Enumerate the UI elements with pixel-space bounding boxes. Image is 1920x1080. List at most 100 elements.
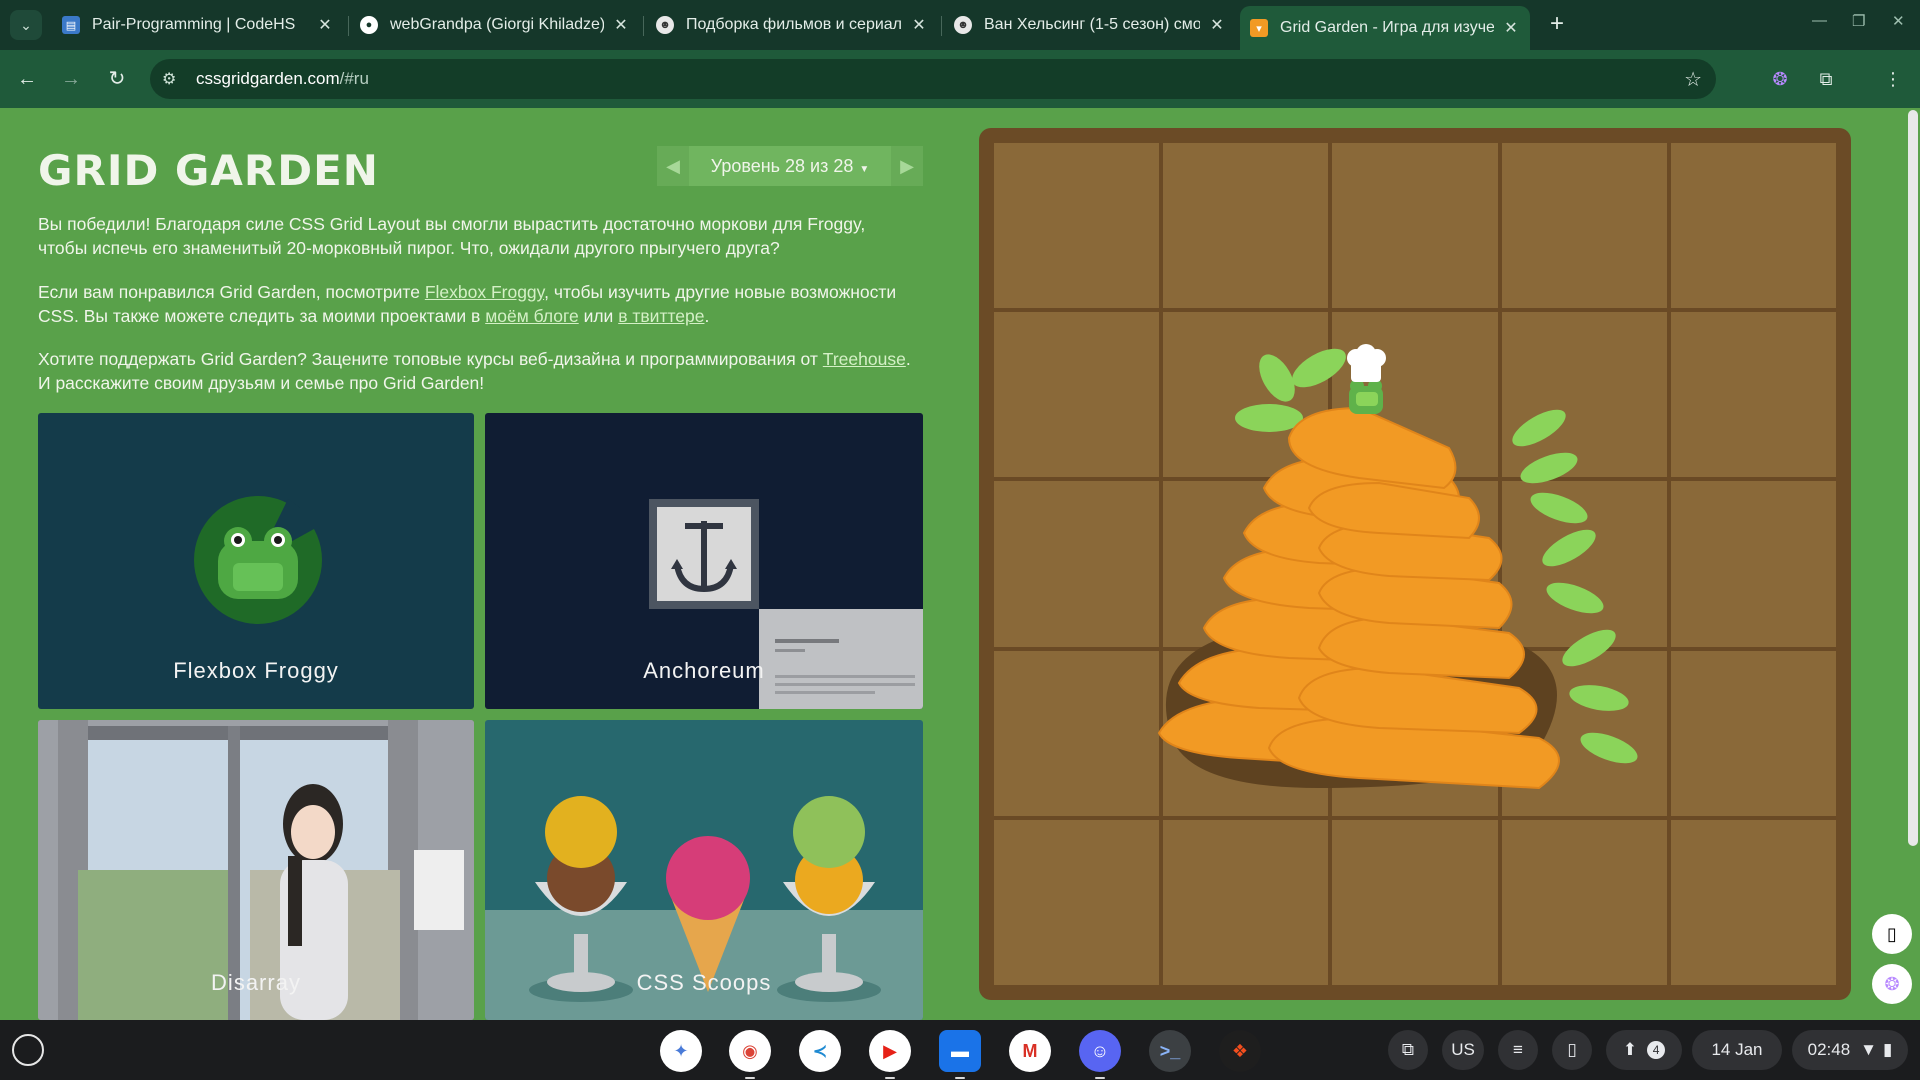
- card-title: Disarray: [211, 970, 301, 995]
- phone-hub-icon[interactable]: ▯: [1552, 1030, 1592, 1070]
- tab-github[interactable]: ● webGrandpa (Giorgi Khiladze) ✕: [350, 7, 640, 43]
- text-segment: Если вам понравился Grid Garden, посмотр…: [38, 282, 425, 302]
- flexbox-froggy-card[interactable]: Flexbox Froggy: [38, 413, 474, 709]
- tab-strip: ⌄ ▤ Pair-Programming | CodeHS ✕ ● webGra…: [0, 0, 1920, 50]
- tab-search-button[interactable]: ⌄: [10, 10, 42, 40]
- menu-kebab-icon[interactable]: ⋮: [1880, 66, 1906, 92]
- media-controls-icon[interactable]: ≡: [1498, 1030, 1538, 1070]
- address-bar[interactable]: ⚙ cssgridgarden.com/#ru ☆: [150, 59, 1716, 99]
- close-icon[interactable]: ✕: [910, 15, 928, 35]
- keyboard-layout-button[interactable]: US: [1442, 1030, 1484, 1070]
- close-icon[interactable]: ✕: [316, 15, 334, 35]
- level-navigator: ◀ Уровень 28 из 28 ▼ ▶: [657, 146, 923, 186]
- youtube-icon[interactable]: ▶: [869, 1030, 911, 1079]
- status-area[interactable]: 02:48 ▼ ▮: [1792, 1030, 1908, 1070]
- tab-divider: [348, 16, 349, 36]
- assistant-brain-icon[interactable]: ❂: [1872, 964, 1912, 1004]
- running-indicator: [885, 1077, 895, 1079]
- close-icon[interactable]: ✕: [612, 15, 630, 35]
- support-text: Хотите поддержать Grid Garden? Зацените …: [38, 347, 918, 395]
- figma-icon[interactable]: ❖: [1219, 1030, 1261, 1072]
- carrot-pile-illustration: [1157, 344, 1638, 790]
- upload-icon: ⬆: [1622, 1040, 1638, 1059]
- tab-divider: [941, 16, 942, 36]
- page-title: GRID GARDEN: [38, 146, 379, 195]
- site-info-icon[interactable]: ⚙: [162, 69, 176, 89]
- scrollbar-thumb[interactable]: [1908, 110, 1918, 846]
- notification-count: 4: [1647, 1041, 1666, 1059]
- text-segment: Хотите поддержать Grid Garden? Зацените …: [38, 349, 823, 369]
- running-indicator: [745, 1077, 755, 1079]
- movie-site-icon: ☻: [954, 16, 972, 34]
- card-title: Flexbox Froggy: [173, 658, 339, 683]
- new-tab-button[interactable]: +: [1542, 10, 1572, 38]
- url-path: /#ru: [339, 69, 369, 88]
- codehs-icon: ▤: [62, 16, 80, 34]
- url-text[interactable]: cssgridgarden.com/#ru: [196, 69, 369, 89]
- next-level-button[interactable]: ▶: [891, 146, 923, 186]
- reading-mode-icon[interactable]: ▯: [1872, 914, 1912, 954]
- level-selector[interactable]: Уровень 28 из 28 ▼: [689, 146, 891, 186]
- launcher-icon[interactable]: [12, 1034, 44, 1066]
- date-pill[interactable]: 14 Jan: [1692, 1030, 1782, 1070]
- chrome-icon[interactable]: ◉: [729, 1030, 771, 1079]
- screenshot-tray-icon[interactable]: ⧉: [1388, 1030, 1428, 1070]
- close-icon[interactable]: ✕: [1502, 18, 1520, 38]
- tab-title: Pair-Programming | CodeHS: [92, 16, 296, 33]
- anchoreum-card[interactable]: Anchoreum: [485, 413, 923, 709]
- gmail-icon[interactable]: M: [1009, 1030, 1051, 1072]
- discord-icon[interactable]: ☺: [1079, 1030, 1121, 1079]
- carrot-icon: ▾: [1250, 19, 1268, 37]
- movie-site-icon: ☻: [656, 16, 674, 34]
- github-icon: ●: [360, 16, 378, 34]
- clock: 02:48: [1807, 1040, 1851, 1059]
- caret-down-icon: ▼: [859, 164, 870, 175]
- twitter-link[interactable]: в твиттере: [618, 306, 704, 326]
- text-segment: или: [578, 306, 619, 326]
- files-icon[interactable]: ▬: [939, 1030, 981, 1079]
- victory-text: Вы победили! Благодаря силе CSS Grid Lay…: [38, 214, 866, 258]
- restore-icon[interactable]: ❐: [1852, 12, 1865, 30]
- browser-toolbar: ← → ↻ ⚙ cssgridgarden.com/#ru ☆ ❂ ⧉ ⋮: [0, 50, 1920, 108]
- extensions-icon[interactable]: ⧉: [1813, 66, 1839, 92]
- tab-grid-garden[interactable]: ▾ Grid Garden - Игра для изучения CSS ✕: [1240, 6, 1530, 50]
- wifi-icon: ▼: [1860, 1040, 1877, 1059]
- tab-title: Ван Хельсинг (1-5 сезон) смотреть: [984, 16, 1200, 33]
- system-shelf: ✦ ◉ ≺ ▶ ▬ M ☺ >_ ❖ ⧉ US ≡ ▯ ⬆ 4 14 Jan 0…: [0, 1020, 1920, 1080]
- close-icon[interactable]: ✕: [1208, 15, 1226, 35]
- gemini-icon[interactable]: ✦: [660, 1030, 702, 1072]
- tab-codehs[interactable]: ▤ Pair-Programming | CodeHS ✕: [52, 7, 344, 43]
- level-label: Уровень 28 из 28: [710, 156, 854, 176]
- back-icon[interactable]: ←: [12, 64, 42, 94]
- garden-board: [979, 128, 1851, 1000]
- running-indicator: [1095, 1077, 1105, 1079]
- disarray-card[interactable]: Disarray: [38, 720, 474, 1020]
- bookmark-star-icon[interactable]: ☆: [1684, 67, 1702, 92]
- notification-tray[interactable]: ⬆ 4: [1606, 1030, 1682, 1070]
- tab-title: webGrandpa (Giorgi Khiladze): [390, 16, 604, 33]
- text-segment: .: [704, 306, 710, 326]
- tab-title: Подборка фильмов и сериалов: [686, 16, 902, 33]
- battery-icon: ▮: [1883, 1040, 1893, 1059]
- tab-divider: [643, 16, 644, 36]
- url-domain: cssgridgarden.com: [196, 69, 340, 88]
- blog-link[interactable]: моём блоге: [485, 306, 579, 326]
- tab-movies[interactable]: ☻ Подборка фильмов и сериалов ✕: [646, 7, 938, 43]
- tab-title: Grid Garden - Игра для изучения CSS: [1280, 19, 1494, 36]
- recommend-text: Если вам понравился Grid Garden, посмотр…: [38, 280, 918, 328]
- page-scrollbar[interactable]: [1906, 108, 1920, 1020]
- treehouse-link[interactable]: Treehouse: [823, 349, 906, 369]
- close-window-icon[interactable]: ✕: [1892, 12, 1905, 30]
- terminal-icon[interactable]: >_: [1149, 1030, 1191, 1072]
- forward-icon[interactable]: →: [56, 64, 86, 94]
- vscode-icon[interactable]: ≺: [799, 1030, 841, 1072]
- minimize-icon[interactable]: —: [1812, 12, 1827, 29]
- running-indicator: [955, 1077, 965, 1079]
- prev-level-button[interactable]: ◀: [657, 146, 689, 186]
- flexbox-froggy-link[interactable]: Flexbox Froggy: [425, 282, 544, 302]
- card-title: CSS Scoops: [636, 970, 772, 995]
- gemini-extension-icon[interactable]: ❂: [1767, 66, 1793, 92]
- reload-icon[interactable]: ↻: [102, 64, 132, 94]
- css-scoops-card[interactable]: CSS Scoops: [485, 720, 923, 1020]
- tab-van-helsing[interactable]: ☻ Ван Хельсинг (1-5 сезон) смотреть ✕: [944, 7, 1236, 43]
